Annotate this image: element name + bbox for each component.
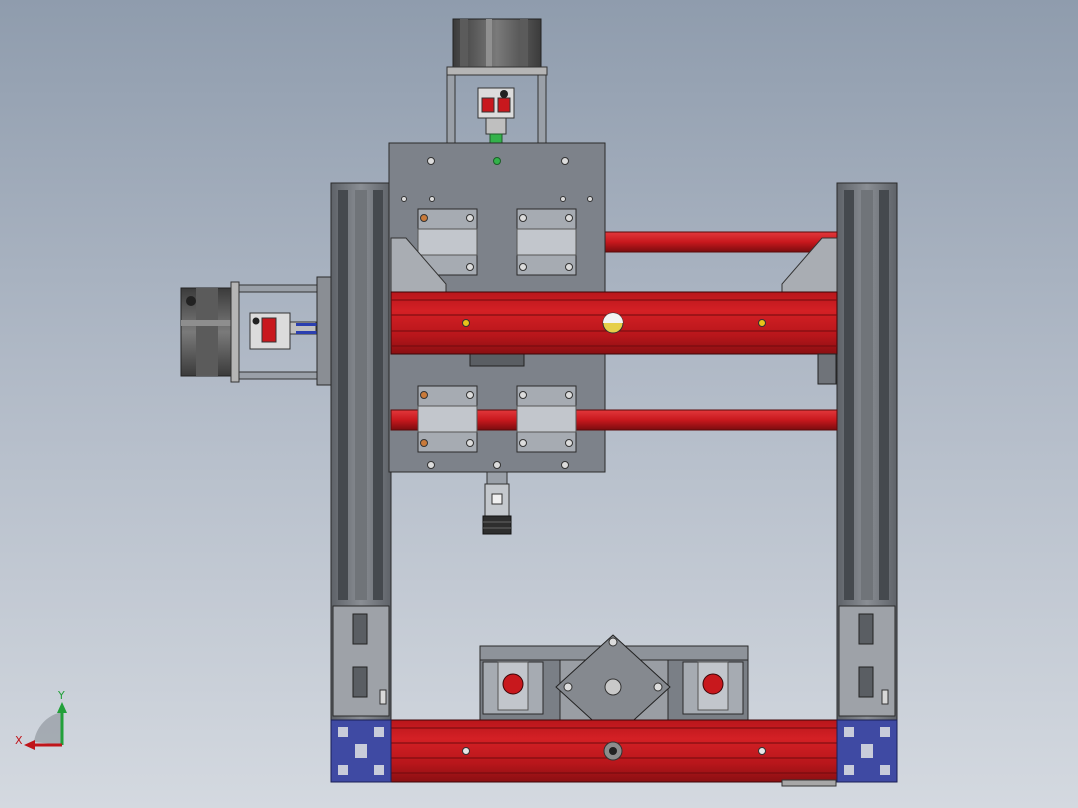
corner-profile-right bbox=[836, 719, 898, 783]
x-axis-pillow-block-right bbox=[682, 661, 744, 715]
spindle-tool bbox=[482, 471, 512, 535]
corner-profile-left bbox=[330, 719, 392, 783]
y-axis-coupler bbox=[249, 276, 332, 386]
cnc-router-front-view[interactable]: Y X bbox=[0, 0, 1078, 808]
z-axis-stepper-motor[interactable] bbox=[446, 18, 548, 76]
z-axis-coupler bbox=[477, 87, 515, 145]
bottom-frame-beam bbox=[390, 719, 838, 787]
y-axis-stepper-motor[interactable] bbox=[180, 281, 240, 383]
left-frame-column bbox=[330, 182, 392, 724]
orientation-triad: Y X bbox=[15, 689, 67, 750]
right-frame-column bbox=[836, 182, 898, 724]
cad-viewport[interactable]: Y X bbox=[0, 0, 1078, 808]
y-axis-label: Y bbox=[57, 689, 65, 702]
x-axis-pillow-block-left bbox=[482, 661, 544, 715]
x-axis-label: X bbox=[15, 734, 23, 747]
